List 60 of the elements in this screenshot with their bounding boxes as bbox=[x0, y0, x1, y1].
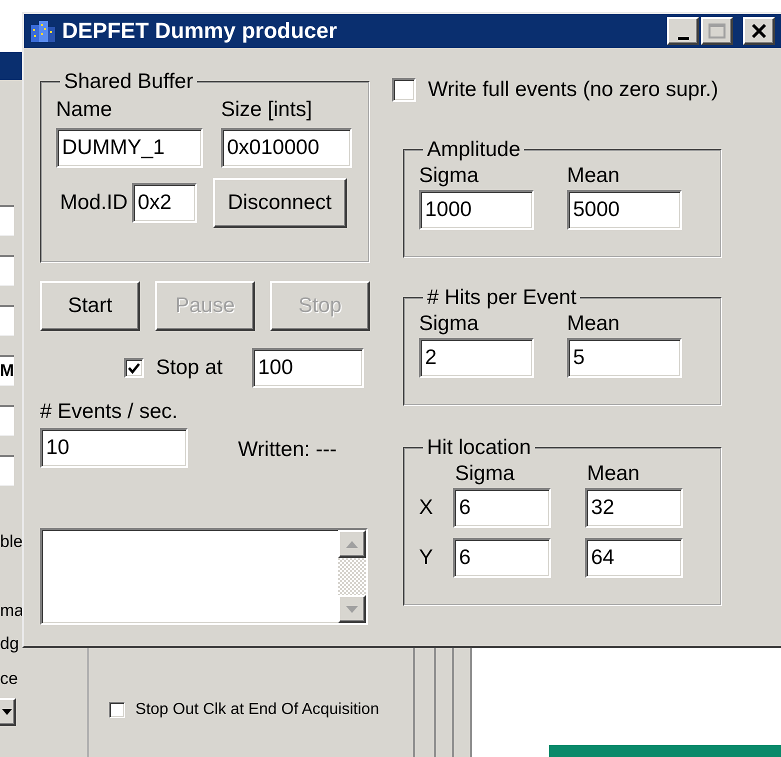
input-field[interactable]: 100 bbox=[252, 348, 364, 388]
input-field[interactable] bbox=[0, 405, 14, 436]
input-field[interactable] bbox=[0, 255, 14, 286]
group-title: Amplitude bbox=[426, 138, 522, 162]
window-title: DEPFET Dummy producer bbox=[62, 18, 338, 44]
input-field[interactable] bbox=[0, 305, 14, 336]
axis-label: Y bbox=[419, 546, 434, 570]
input-field[interactable]: 2 bbox=[419, 338, 534, 378]
input-field[interactable]: 10 bbox=[40, 428, 188, 468]
minimize-icon bbox=[678, 36, 688, 40]
checkbox-label: Write full events (no zero supr.) bbox=[428, 78, 718, 102]
building-icon bbox=[30, 19, 56, 43]
field-label: Mean bbox=[567, 164, 620, 188]
checkbox[interactable] bbox=[392, 78, 416, 102]
field-label: Sigma bbox=[419, 164, 480, 188]
input-field[interactable]: DUMMY_1 bbox=[56, 128, 203, 168]
dropdown-button[interactable] bbox=[0, 698, 16, 726]
input-field[interactable]: 6 bbox=[453, 488, 551, 528]
input-field[interactable]: 5000 bbox=[567, 190, 682, 230]
label-text: ble bbox=[0, 531, 24, 553]
field-label: Sigma bbox=[455, 462, 516, 486]
group-title: Shared Buffer bbox=[63, 70, 194, 94]
field-label: Mean bbox=[567, 312, 620, 336]
field-label: # Events / sec. bbox=[40, 400, 178, 424]
checkbox-label: Stop Out Clk at End Of Acquisition bbox=[135, 701, 380, 719]
input-field[interactable]: 5 bbox=[567, 338, 682, 378]
input-field[interactable] bbox=[0, 205, 14, 236]
minimize-button[interactable] bbox=[667, 17, 699, 45]
action-button[interactable]: Start bbox=[40, 281, 140, 331]
input-field[interactable]: 32 bbox=[585, 488, 683, 528]
disconnect-button[interactable]: Disconnect bbox=[212, 178, 347, 228]
input-field[interactable]: 6 bbox=[453, 538, 551, 578]
label-text: ce bbox=[0, 668, 19, 690]
down-arrow-icon bbox=[346, 606, 358, 612]
status-text: Written: --- bbox=[238, 438, 337, 462]
input-field[interactable] bbox=[0, 455, 14, 486]
checkbox-label: Stop at bbox=[156, 356, 224, 380]
close-icon bbox=[751, 24, 767, 38]
input-field[interactable]: 1000 bbox=[419, 190, 534, 230]
group-title: # Hits per Event bbox=[426, 286, 578, 310]
field-label: Size [ints] bbox=[221, 98, 312, 122]
field-label: Mod.ID bbox=[60, 191, 128, 215]
axis-label: X bbox=[419, 496, 434, 520]
caret-icon bbox=[2, 709, 12, 715]
label-text: ma bbox=[0, 600, 24, 622]
field-label: Mean bbox=[587, 462, 640, 486]
input-field[interactable]: M bbox=[0, 355, 14, 386]
checkbox[interactable] bbox=[124, 358, 144, 378]
maximize-icon bbox=[708, 23, 726, 39]
field-label: Name bbox=[56, 98, 114, 122]
field-label: Sigma bbox=[419, 312, 480, 336]
input-field[interactable]: 0x2 bbox=[132, 183, 197, 223]
close-button[interactable] bbox=[743, 17, 775, 45]
label-text: dg bbox=[0, 633, 20, 655]
input-field[interactable]: 64 bbox=[585, 538, 683, 578]
up-arrow-icon bbox=[346, 540, 358, 548]
check-icon bbox=[127, 361, 141, 375]
checkbox[interactable] bbox=[109, 702, 126, 718]
input-field[interactable]: 0x010000 bbox=[221, 128, 352, 168]
group-title: Hit location bbox=[426, 436, 532, 460]
